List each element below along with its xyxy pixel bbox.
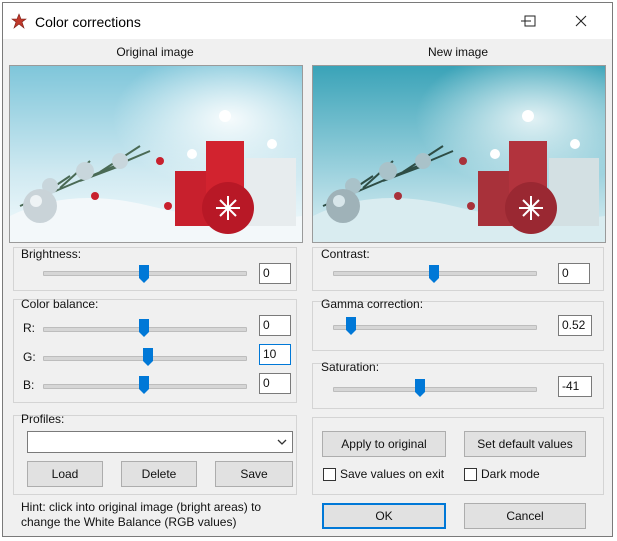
close-icon bbox=[575, 15, 587, 27]
red-slider-thumb[interactable] bbox=[139, 319, 149, 337]
blue-label: B: bbox=[23, 378, 35, 392]
cancel-button[interactable]: Cancel bbox=[464, 503, 586, 529]
gamma-slider-thumb[interactable] bbox=[346, 317, 357, 335]
contrast-value-field[interactable]: 0 bbox=[558, 263, 590, 284]
green-slider-thumb[interactable] bbox=[143, 348, 154, 366]
new-image bbox=[312, 65, 606, 243]
green-value-field[interactable]: 10 bbox=[259, 344, 291, 365]
saturation-label: Saturation: bbox=[321, 360, 380, 374]
set-default-values-button[interactable]: Set default values bbox=[464, 431, 586, 457]
title-bar: Color corrections bbox=[3, 3, 612, 39]
dark-mode-checkbox[interactable] bbox=[464, 468, 477, 481]
original-image[interactable] bbox=[9, 65, 303, 243]
color-corrections-window: Color corrections Original image New ima… bbox=[2, 2, 613, 537]
maximize-button-box[interactable] bbox=[507, 3, 553, 39]
window-title: Color corrections bbox=[35, 14, 141, 30]
brightness-label: Brightness: bbox=[21, 247, 82, 261]
saturation-slider-track[interactable] bbox=[333, 387, 537, 392]
delete-button[interactable]: Delete bbox=[121, 461, 197, 487]
red-label: R: bbox=[23, 321, 35, 335]
apply-to-original-button[interactable]: Apply to original bbox=[322, 431, 446, 457]
ok-button[interactable]: OK bbox=[322, 503, 446, 529]
green-label: G: bbox=[23, 350, 36, 364]
saturation-slider-thumb[interactable] bbox=[414, 379, 425, 397]
brightness-value-field[interactable]: 0 bbox=[259, 263, 291, 284]
save-values-on-exit-label: Save values on exit bbox=[340, 467, 445, 481]
load-button[interactable]: Load bbox=[27, 461, 103, 487]
original-image-picture bbox=[10, 66, 302, 242]
app-icon bbox=[11, 13, 27, 29]
maximize-icon bbox=[524, 15, 536, 27]
gamma-label: Gamma correction: bbox=[321, 297, 424, 311]
chevron-down-icon bbox=[277, 439, 287, 445]
new-image-caption: New image bbox=[427, 45, 489, 59]
gamma-value-field[interactable]: 0.52 bbox=[558, 315, 592, 336]
contrast-slider-thumb[interactable] bbox=[429, 265, 439, 283]
save-button[interactable]: Save bbox=[215, 461, 293, 487]
profiles-combo[interactable] bbox=[27, 431, 293, 453]
original-image-caption: Original image bbox=[116, 45, 194, 59]
contrast-label: Contrast: bbox=[321, 247, 370, 261]
red-value-field[interactable]: 0 bbox=[259, 315, 291, 336]
new-image-picture bbox=[313, 66, 605, 242]
save-values-on-exit-checkbox[interactable] bbox=[323, 468, 336, 481]
blue-value-field[interactable]: 0 bbox=[259, 373, 291, 394]
saturation-value-field[interactable]: -41 bbox=[558, 376, 592, 397]
brightness-slider-thumb[interactable] bbox=[139, 265, 149, 283]
gamma-slider-track[interactable] bbox=[333, 325, 537, 330]
dark-mode-label: Dark mode bbox=[481, 467, 540, 481]
close-button[interactable] bbox=[558, 3, 604, 39]
profiles-label: Profiles: bbox=[21, 412, 65, 426]
color-balance-label: Color balance: bbox=[21, 297, 99, 311]
blue-slider-thumb[interactable] bbox=[139, 376, 149, 394]
white-balance-hint: Hint: click into original image (bright … bbox=[21, 500, 262, 529]
